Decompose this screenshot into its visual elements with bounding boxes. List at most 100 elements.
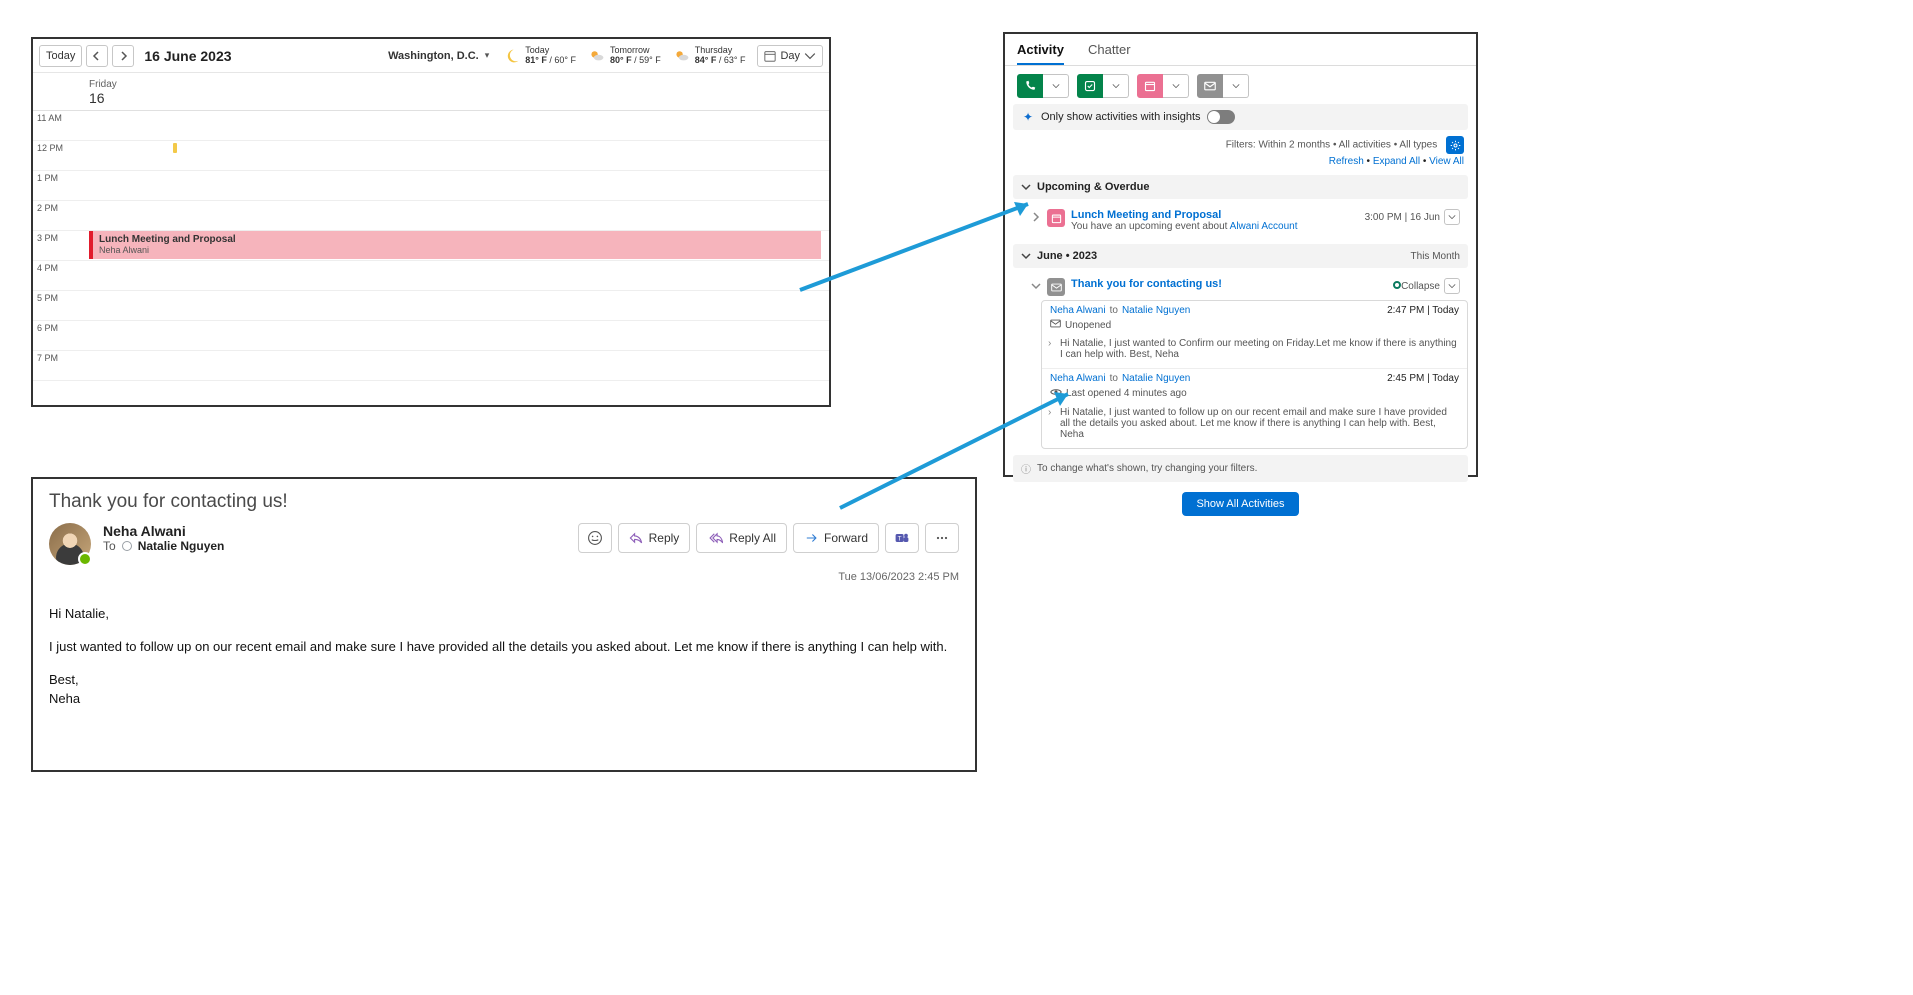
insights-toggle-row: ✦ Only show activities with insights bbox=[1013, 104, 1468, 130]
event-menu-button[interactable] bbox=[1444, 209, 1460, 225]
bullet-icon bbox=[1393, 281, 1401, 289]
calendar-hour-row[interactable]: 6 PM bbox=[33, 321, 829, 351]
thread-menu-button[interactable] bbox=[1444, 278, 1460, 294]
reply-button[interactable]: Reply bbox=[618, 523, 691, 553]
busy-marker bbox=[173, 143, 177, 153]
email-icon bbox=[1047, 278, 1065, 296]
expand-all-link[interactable]: Expand All bbox=[1373, 156, 1420, 167]
prev-day-button[interactable] bbox=[86, 45, 108, 67]
calendar-date-label: 16 June 2023 bbox=[144, 48, 231, 64]
caret-down-icon[interactable]: ▾ bbox=[485, 50, 490, 61]
sender-avatar[interactable] bbox=[49, 523, 91, 565]
email-body: Hi Natalie, I just wanted to follow up o… bbox=[49, 605, 959, 708]
thread-message: Neha AlwanitoNatalie Nguyen2:45 PM | Tod… bbox=[1042, 369, 1467, 448]
new-task-button[interactable] bbox=[1077, 74, 1103, 98]
calendar-icon bbox=[764, 50, 776, 62]
appointment-organizer: Neha Alwani bbox=[99, 245, 815, 255]
calendar-toolbar: Today 16 June 2023 Washington, D.C. ▾ To… bbox=[33, 39, 829, 73]
account-link[interactable]: Alwani Account bbox=[1230, 221, 1298, 232]
activity-action-links: Refresh • Expand All • View All bbox=[1005, 154, 1476, 175]
hour-label: 5 PM bbox=[33, 291, 89, 303]
hour-label: 1 PM bbox=[33, 171, 89, 183]
to-label: To bbox=[103, 539, 116, 553]
react-button[interactable] bbox=[578, 523, 612, 553]
log-call-dropdown[interactable] bbox=[1043, 74, 1069, 98]
forward-button[interactable]: Forward bbox=[793, 523, 879, 553]
calendar-appointment[interactable]: Lunch Meeting and ProposalNeha Alwani bbox=[89, 231, 821, 259]
activity-toolbar bbox=[1005, 66, 1476, 104]
teams-share-button[interactable]: T bbox=[885, 523, 919, 553]
recipients-line: To Natalie Nguyen bbox=[103, 539, 566, 553]
msg-to-link[interactable]: Natalie Nguyen bbox=[1122, 305, 1190, 316]
refresh-link[interactable]: Refresh bbox=[1329, 156, 1364, 167]
eye-icon bbox=[1050, 386, 1062, 401]
msg-from-link[interactable]: Neha Alwani bbox=[1050, 305, 1106, 316]
weather-thursday: Thursday84° F / 63° F bbox=[673, 46, 746, 66]
calendar-hour-row[interactable]: 4 PM bbox=[33, 261, 829, 291]
weather-today: Today81° F / 60° F bbox=[503, 46, 576, 66]
sender-name[interactable]: Neha Alwani bbox=[103, 523, 566, 539]
msg-from-link[interactable]: Neha Alwani bbox=[1050, 373, 1106, 384]
outlook-calendar-panel: Today 16 June 2023 Washington, D.C. ▾ To… bbox=[31, 37, 831, 407]
forward-arrow-icon bbox=[804, 531, 818, 545]
msg-status: Last opened 4 minutes ago bbox=[1066, 388, 1187, 399]
view-label: Day bbox=[780, 50, 800, 62]
hour-label: 7 PM bbox=[33, 351, 89, 363]
hour-label: 3 PM bbox=[33, 231, 89, 243]
reply-all-button[interactable]: Reply All bbox=[696, 523, 787, 553]
chevron-right-icon[interactable]: › bbox=[1048, 407, 1051, 418]
new-task-dropdown[interactable] bbox=[1103, 74, 1129, 98]
insights-toggle[interactable] bbox=[1207, 110, 1235, 124]
thread-message: Neha AlwanitoNatalie Nguyen2:47 PM | Tod… bbox=[1042, 301, 1467, 369]
section-month[interactable]: June • 2023 This Month bbox=[1013, 244, 1468, 268]
weather-location[interactable]: Washington, D.C. bbox=[388, 50, 479, 62]
new-event-button[interactable] bbox=[1137, 74, 1163, 98]
tab-chatter[interactable]: Chatter bbox=[1088, 42, 1131, 65]
next-day-button[interactable] bbox=[112, 45, 134, 67]
calendar-hour-row[interactable]: 12 PM bbox=[33, 141, 829, 171]
salesforce-activity-panel: Activity Chatter ✦ Only show activities … bbox=[1003, 32, 1478, 477]
collapse-link[interactable]: Collapse bbox=[1393, 281, 1440, 292]
calendar-hour-row[interactable]: 7 PM bbox=[33, 351, 829, 381]
send-email-dropdown[interactable] bbox=[1223, 74, 1249, 98]
recipient-name[interactable]: Natalie Nguyen bbox=[138, 539, 225, 553]
send-email-button[interactable] bbox=[1197, 74, 1223, 98]
weather-tomorrow: Tomorrow80° F / 59° F bbox=[588, 46, 661, 66]
hour-label: 12 PM bbox=[33, 141, 89, 153]
log-call-button[interactable] bbox=[1017, 74, 1043, 98]
show-all-activities-button[interactable]: Show All Activities bbox=[1182, 492, 1298, 516]
info-icon: ⓘ bbox=[1021, 461, 1031, 476]
upcoming-event-item: Lunch Meeting and Proposal You have an u… bbox=[1013, 203, 1468, 236]
more-actions-button[interactable] bbox=[925, 523, 959, 553]
svg-text:T: T bbox=[898, 535, 902, 542]
calendar-grid[interactable]: 11 AM12 PM 1 PM 2 PM 3 PM 4 PM 5 PM 6 PM 7 PM Lu… bbox=[33, 111, 829, 401]
today-button[interactable]: Today bbox=[39, 45, 82, 67]
msg-status: Unopened bbox=[1065, 320, 1111, 331]
chevron-down-icon[interactable] bbox=[1031, 281, 1041, 291]
msg-snippet: Hi Natalie, I just wanted to follow up o… bbox=[1060, 407, 1447, 440]
filter-settings-button[interactable] bbox=[1446, 136, 1464, 154]
hour-label: 6 PM bbox=[33, 321, 89, 333]
chevron-down-icon bbox=[1021, 251, 1031, 261]
calendar-hour-row[interactable]: 1 PM bbox=[33, 171, 829, 201]
calendar-hour-row[interactable]: 5 PM bbox=[33, 291, 829, 321]
presence-available-icon bbox=[78, 552, 92, 566]
reply-all-arrow-icon bbox=[707, 531, 723, 545]
hour-label: 2 PM bbox=[33, 201, 89, 213]
msg-to-link[interactable]: Natalie Nguyen bbox=[1122, 373, 1190, 384]
chevron-right-icon[interactable]: › bbox=[1048, 338, 1051, 349]
hour-label: 4 PM bbox=[33, 261, 89, 273]
filter-hint: ⓘ To change what's shown, try changing y… bbox=[1013, 455, 1468, 482]
chevron-right-icon[interactable] bbox=[1031, 212, 1041, 222]
email-thread-subject[interactable]: Thank you for contacting us! bbox=[1071, 278, 1222, 290]
upcoming-event-title[interactable]: Lunch Meeting and Proposal bbox=[1071, 209, 1359, 221]
calendar-hour-row[interactable]: 11 AM bbox=[33, 111, 829, 141]
view-all-link[interactable]: View All bbox=[1429, 156, 1464, 167]
email-thread-card: Neha AlwanitoNatalie Nguyen2:47 PM | Tod… bbox=[1041, 300, 1468, 449]
calendar-view-picker[interactable]: Day bbox=[757, 45, 823, 67]
calendar-hour-row[interactable]: 2 PM bbox=[33, 201, 829, 231]
new-event-dropdown[interactable] bbox=[1163, 74, 1189, 98]
section-upcoming-overdue[interactable]: Upcoming & Overdue bbox=[1013, 175, 1468, 199]
chevron-down-icon bbox=[804, 50, 816, 62]
tab-activity[interactable]: Activity bbox=[1017, 42, 1064, 65]
